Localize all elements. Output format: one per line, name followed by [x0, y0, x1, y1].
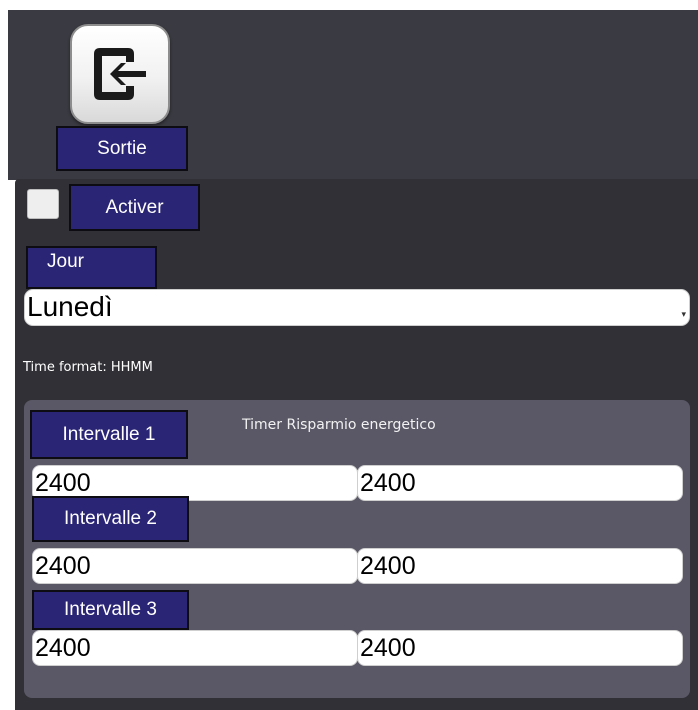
chevron-down-icon: ▾: [681, 309, 686, 319]
interval-3-end-input[interactable]: 2400: [357, 630, 683, 666]
interval-3-start-input[interactable]: 2400: [32, 630, 358, 666]
enable-checkbox[interactable]: [27, 189, 59, 219]
day-select[interactable]: Lunedì ▾: [24, 289, 690, 326]
exit-arrow-icon: [94, 48, 146, 100]
enable-label: Activer: [69, 184, 200, 231]
time-format-hint: Time format: HHMM: [23, 360, 153, 375]
day-label: Jour: [26, 246, 157, 289]
interval-1-label: Intervalle 1: [30, 410, 188, 459]
interval-2-end-input[interactable]: 2400: [357, 548, 683, 584]
timer-title: Timer Risparmio energetico: [242, 417, 436, 433]
interval-3-label: Intervalle 3: [32, 590, 189, 630]
interval-2-start-input[interactable]: 2400: [32, 548, 358, 584]
interval-1-end-input[interactable]: 2400: [357, 465, 683, 501]
exit-label[interactable]: Sortie: [56, 126, 188, 171]
interval-2-label: Intervalle 2: [32, 496, 189, 542]
exit-button[interactable]: [70, 24, 170, 124]
day-select-value: Lunedì: [27, 291, 113, 322]
